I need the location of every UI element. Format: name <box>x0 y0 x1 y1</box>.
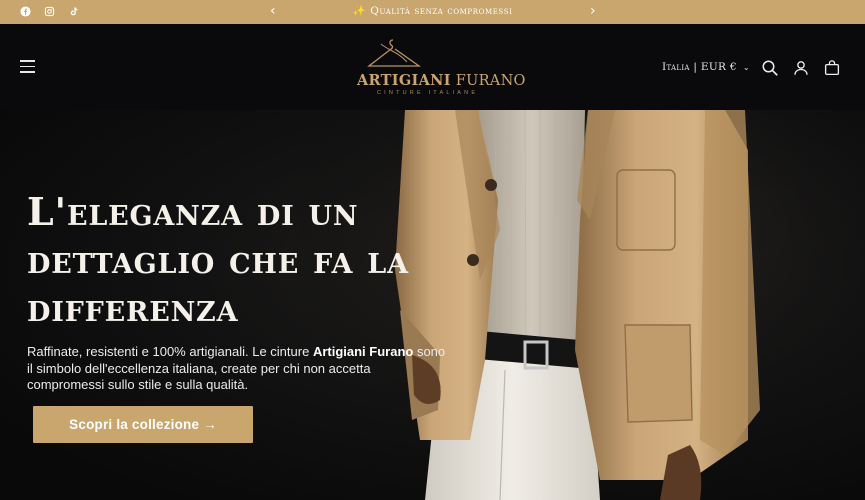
hero-title: L'eleganza di un dettaglio che fa la dif… <box>27 189 409 330</box>
hero-brand-name: Artigiani Furano <box>312 344 414 359</box>
cart-icon[interactable] <box>823 59 841 77</box>
hero-section: L'eleganza di un dettaglio che fa la dif… <box>0 110 865 500</box>
site-header: ARTIGIANI FURANO CINTURE ITALIANE Italia… <box>0 24 865 110</box>
region-currency-selector[interactable]: Italia | EUR € ⌄ <box>662 61 750 73</box>
sparkle-icon: ✨ <box>352 5 367 17</box>
announcement-next-arrow[interactable]: › <box>590 3 596 19</box>
hanger-logo-icon <box>367 39 422 67</box>
menu-icon[interactable] <box>20 60 35 73</box>
brand-logo[interactable]: ARTIGIANI FURANO CINTURE ITALIANE <box>345 32 525 102</box>
hero-description: Raffinate, resistenti e 100% artigianali… <box>27 344 446 392</box>
announcement-bar: ‹ ✨ Qualità senza compromessi › <box>0 0 865 24</box>
search-icon[interactable] <box>761 59 779 77</box>
chevron-down-icon: ⌄ <box>742 62 750 72</box>
logo-tagline: CINTURE ITALIANE <box>377 90 479 96</box>
logo-wordmark: ARTIGIANI FURANO <box>357 72 526 89</box>
discover-collection-button[interactable]: Scopri la collezione → <box>33 406 253 443</box>
account-icon[interactable] <box>792 59 810 77</box>
announcement-text: ✨ Qualità senza compromessi <box>352 5 513 17</box>
